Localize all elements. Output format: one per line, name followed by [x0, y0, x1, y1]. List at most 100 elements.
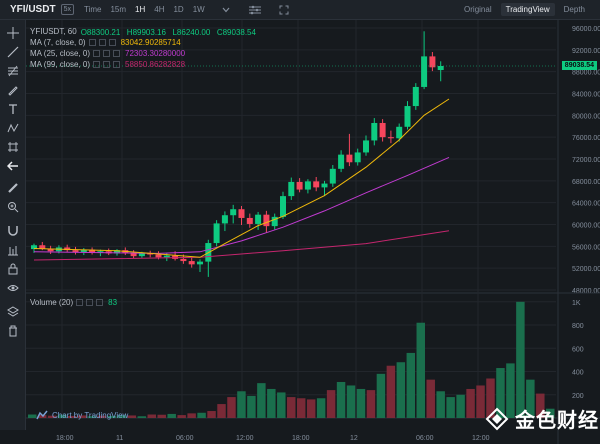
legend-ma7-row[interactable]: MA (7, close, 0) 83042.90285714	[30, 37, 256, 48]
zoom-in-icon[interactable]	[5, 199, 21, 215]
timeframe-1h[interactable]: 1H	[135, 5, 145, 14]
volume-bar	[376, 373, 386, 418]
candle-body	[188, 261, 195, 265]
candle-body	[296, 181, 303, 190]
crosshair-icon[interactable]	[5, 25, 21, 41]
candle-body	[379, 122, 386, 138]
timeframe-1w[interactable]: 1W	[193, 5, 205, 14]
timeframe-selector: Time 15m 1H 4H 1D 1W	[84, 3, 301, 16]
volume-bar	[147, 414, 157, 418]
volume-label: Volume (20)	[30, 298, 74, 307]
tab-tradingview[interactable]: TradingView	[500, 3, 555, 16]
time-tick-label: 12	[350, 435, 358, 442]
ma7-value: 83042.90285714	[120, 38, 181, 47]
legend-title-row: YFIUSDT, 60 O88300.21 H89903.16 L86240.0…	[30, 26, 256, 37]
ma7-label: MA (7, close, 0)	[30, 38, 86, 47]
dropdown-chevron-icon[interactable]	[218, 3, 234, 16]
measure-icon[interactable]	[5, 139, 21, 155]
price-tick-label: 68000.00	[572, 179, 600, 186]
lock-drawing-icon[interactable]	[5, 242, 21, 258]
candle-body	[412, 86, 419, 107]
volume-bar	[137, 416, 147, 418]
volume-legend[interactable]: Volume (20) 83	[30, 298, 117, 307]
trash-icon[interactable]	[5, 323, 21, 339]
volume-bar	[336, 381, 346, 418]
leverage-badge: 5x	[60, 4, 74, 15]
volume-bar	[197, 412, 206, 418]
volume-tick-label: 200	[572, 393, 584, 400]
layers-icon[interactable]	[5, 304, 21, 320]
back-arrow-icon[interactable]	[5, 158, 21, 174]
timeframe-1d[interactable]: 1D	[173, 5, 183, 14]
legend-open: O88300.21	[80, 27, 121, 37]
price-tick-label: 56000.00	[572, 244, 600, 251]
fullscreen-icon[interactable]	[276, 3, 292, 16]
tab-original[interactable]: Original	[459, 3, 497, 16]
trend-line-icon[interactable]	[5, 44, 21, 60]
price-tick-label: 72000.00	[572, 157, 600, 164]
candle-body	[387, 137, 394, 139]
candle-body	[338, 154, 345, 169]
symbol-name[interactable]: YFI/USDT	[10, 4, 56, 15]
price-tick-label: 96000.00	[572, 26, 600, 33]
legend-ohlc: O88300.21 H89903.16 L86240.00 C89038.54	[77, 27, 256, 37]
volume-bar	[396, 362, 406, 418]
volume-bar	[366, 390, 376, 418]
tradingview-watermark[interactable]: Chart by TradingView	[36, 410, 128, 420]
ma99-label: MA (99, close, 0)	[30, 60, 91, 69]
drawing-toolbar	[0, 20, 26, 430]
timeframe-time[interactable]: Time	[84, 5, 101, 14]
lock-icon[interactable]	[5, 261, 21, 277]
volume-bar	[187, 413, 196, 418]
time-tick-label: 12:00	[236, 435, 254, 442]
candle-body	[363, 140, 369, 153]
candle-body	[396, 126, 403, 139]
chart-area[interactable]: 96000.00 92000.00 88000.00 84000.00 80000.00…	[26, 20, 600, 444]
chart-view-tabs: Original TradingView Depth	[455, 3, 590, 16]
price-tick-label: 76000.00	[572, 135, 600, 142]
ruler-icon[interactable]	[5, 180, 21, 196]
volume-bar	[326, 390, 336, 418]
volume-bar	[127, 415, 137, 418]
ma25-label: MA (25, close, 0)	[30, 49, 91, 58]
time-tick-label: 18:00	[292, 435, 310, 442]
fib-icon[interactable]	[5, 63, 21, 79]
candlestick-chart[interactable]: 96000.00 92000.00 88000.00 84000.00 80000.00…	[26, 20, 600, 444]
candle-body	[138, 253, 145, 257]
candle-body	[321, 183, 328, 188]
eye-icon[interactable]	[5, 280, 21, 296]
volume-bar	[406, 352, 416, 418]
volume-bar	[157, 414, 166, 418]
volume-bar	[237, 391, 246, 418]
volume-bar	[346, 385, 356, 418]
price-tick-label: 60000.00	[572, 223, 600, 230]
volume-bar	[267, 388, 276, 418]
time-tick-label: 18:00	[56, 435, 74, 442]
tab-depth[interactable]: Depth	[559, 3, 590, 16]
candle-body	[163, 255, 170, 258]
price-tick-label: 84000.00	[572, 92, 600, 99]
watermark-text: Chart by TradingView	[52, 410, 129, 420]
timeframe-15m[interactable]: 15m	[110, 5, 126, 14]
volume-value: 83	[108, 298, 118, 307]
price-tick-label: 64000.00	[572, 201, 600, 208]
legend-ma25-row[interactable]: MA (25, close, 0) 72303.30280000	[30, 48, 256, 59]
volume-bar	[426, 379, 435, 418]
candle-body	[263, 214, 270, 227]
legend-high: H89903.16	[126, 27, 166, 37]
candle-body	[288, 181, 295, 197]
pattern-icon[interactable]	[5, 120, 21, 136]
volume-bar	[257, 383, 266, 418]
volume-bar	[386, 365, 396, 418]
volume-bar	[277, 392, 286, 418]
magnet-icon[interactable]	[5, 223, 21, 239]
candle-body	[180, 258, 187, 262]
text-icon[interactable]	[5, 101, 21, 117]
legend-ma99-row[interactable]: MA (99, close, 0) 58850.86282828	[30, 59, 256, 70]
indicator-settings-icon[interactable]	[247, 3, 263, 16]
brush-icon[interactable]	[5, 82, 21, 98]
candle-body	[404, 106, 411, 127]
candle-body	[213, 223, 220, 244]
volume-tick-label: 600	[572, 346, 584, 353]
timeframe-4h[interactable]: 4H	[154, 5, 164, 14]
